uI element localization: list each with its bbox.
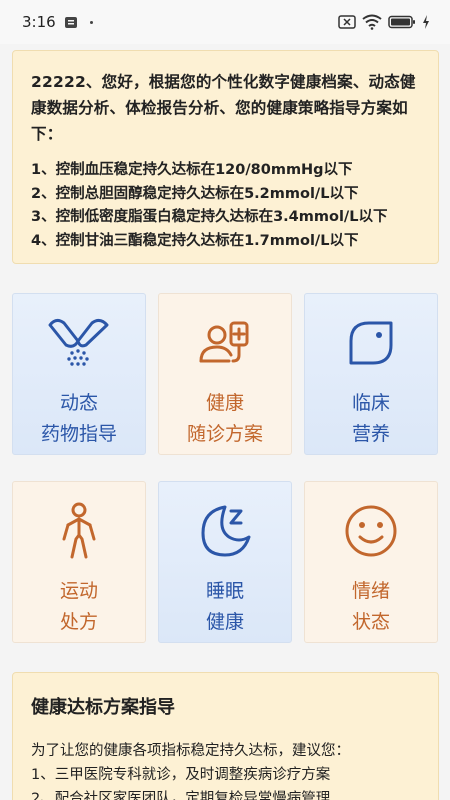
person-exercise-icon: [44, 500, 114, 562]
goal-item: 1、控制血压稳定持久达标在120/80mmHg以下: [31, 162, 353, 178]
tile-label-line1: 情绪: [351, 580, 390, 602]
tile-label: 健康 随诊方案: [187, 388, 263, 450]
tile-emotional-state[interactable]: 情绪 状态: [304, 481, 438, 643]
smiley-icon: [336, 500, 406, 562]
leaf-icon: [336, 312, 406, 374]
health-summary-card: 22222、您好，根据您的个性化数字健康档案、动态健康数据分析、体检报告分析、您…: [12, 50, 439, 264]
guidance-item: 1、三甲医院专科就诊，及时调整疾病诊疗方案: [31, 767, 331, 783]
status-dot: [89, 20, 93, 24]
tile-sleep-health[interactable]: 睡眠 健康: [158, 481, 292, 643]
summary-intro-text: 22222、您好，根据您的个性化数字健康档案、动态健康数据分析、体检报告分析、您…: [31, 73, 416, 143]
goal-item: 2、控制总胆固醇稳定持久达标在5.2mmol/L以下: [31, 185, 359, 202]
tile-label: 临床 营养: [352, 388, 390, 450]
wifi-icon: [362, 14, 382, 30]
tile-label: 睡眠 健康: [206, 576, 244, 638]
tile-label: 动态 药物指导: [41, 388, 117, 450]
tile-label-line2: 营养: [351, 423, 390, 445]
tile-label-line2: 随诊方案: [186, 423, 263, 445]
guidance-item: 2、配合社区家医团队，定期复检异常慢病管理: [31, 791, 331, 800]
status-time: 3:16: [22, 13, 56, 31]
goal-item: 4、控制甘油三酯稳定持久达标在1.7mmol/L以下: [31, 232, 359, 249]
tile-label-line1: 睡眠: [205, 580, 244, 602]
battery-icon: [388, 15, 416, 29]
capsule-icon: [44, 312, 114, 374]
goal-list: 1、控制血压稳定持久达标在120/80mmHg以下 2、控制总胆固醇稳定持久达标…: [31, 159, 420, 253]
tile-label-line2: 处方: [59, 611, 98, 633]
tile-label-line2: 状态: [351, 611, 390, 633]
doctor-plus-icon: [190, 312, 260, 374]
guidance-title: 健康达标方案指导: [31, 697, 175, 718]
tile-label-line1: 临床: [351, 392, 390, 414]
goal-item: 3、控制低密度脂蛋白稳定持久达标在3.4mmol/L以下: [31, 209, 388, 225]
charging-icon: [422, 15, 430, 29]
tile-medication-guidance[interactable]: 动态 药物指导: [12, 293, 146, 455]
tile-exercise-prescription[interactable]: 运动 处方: [12, 481, 146, 643]
tile-label-line1: 健康: [205, 392, 244, 414]
status-bar: 3:16: [0, 0, 450, 44]
tile-label: 运动 处方: [60, 576, 98, 638]
tile-follow-up-plan[interactable]: 健康 随诊方案: [158, 293, 292, 455]
notification-icon: [64, 15, 78, 29]
tile-clinical-nutrition[interactable]: 临床 营养: [304, 293, 438, 455]
guidance-intro: 为了让您的健康各项指标稳定持久达标，建议您：: [31, 743, 350, 759]
tile-label-line2: 健康: [205, 611, 244, 633]
no-sim-icon: [338, 15, 356, 29]
tile-label-line1: 动态: [59, 392, 98, 414]
guidance-card: 健康达标方案指导 为了让您的健康各项指标稳定持久达标，建议您： 1、三甲医院专科…: [12, 672, 439, 800]
tile-label-line1: 运动: [59, 580, 98, 602]
tile-label-line2: 药物指导: [40, 423, 117, 445]
tile-label: 情绪 状态: [352, 576, 390, 638]
moon-sleep-icon: [190, 500, 260, 562]
